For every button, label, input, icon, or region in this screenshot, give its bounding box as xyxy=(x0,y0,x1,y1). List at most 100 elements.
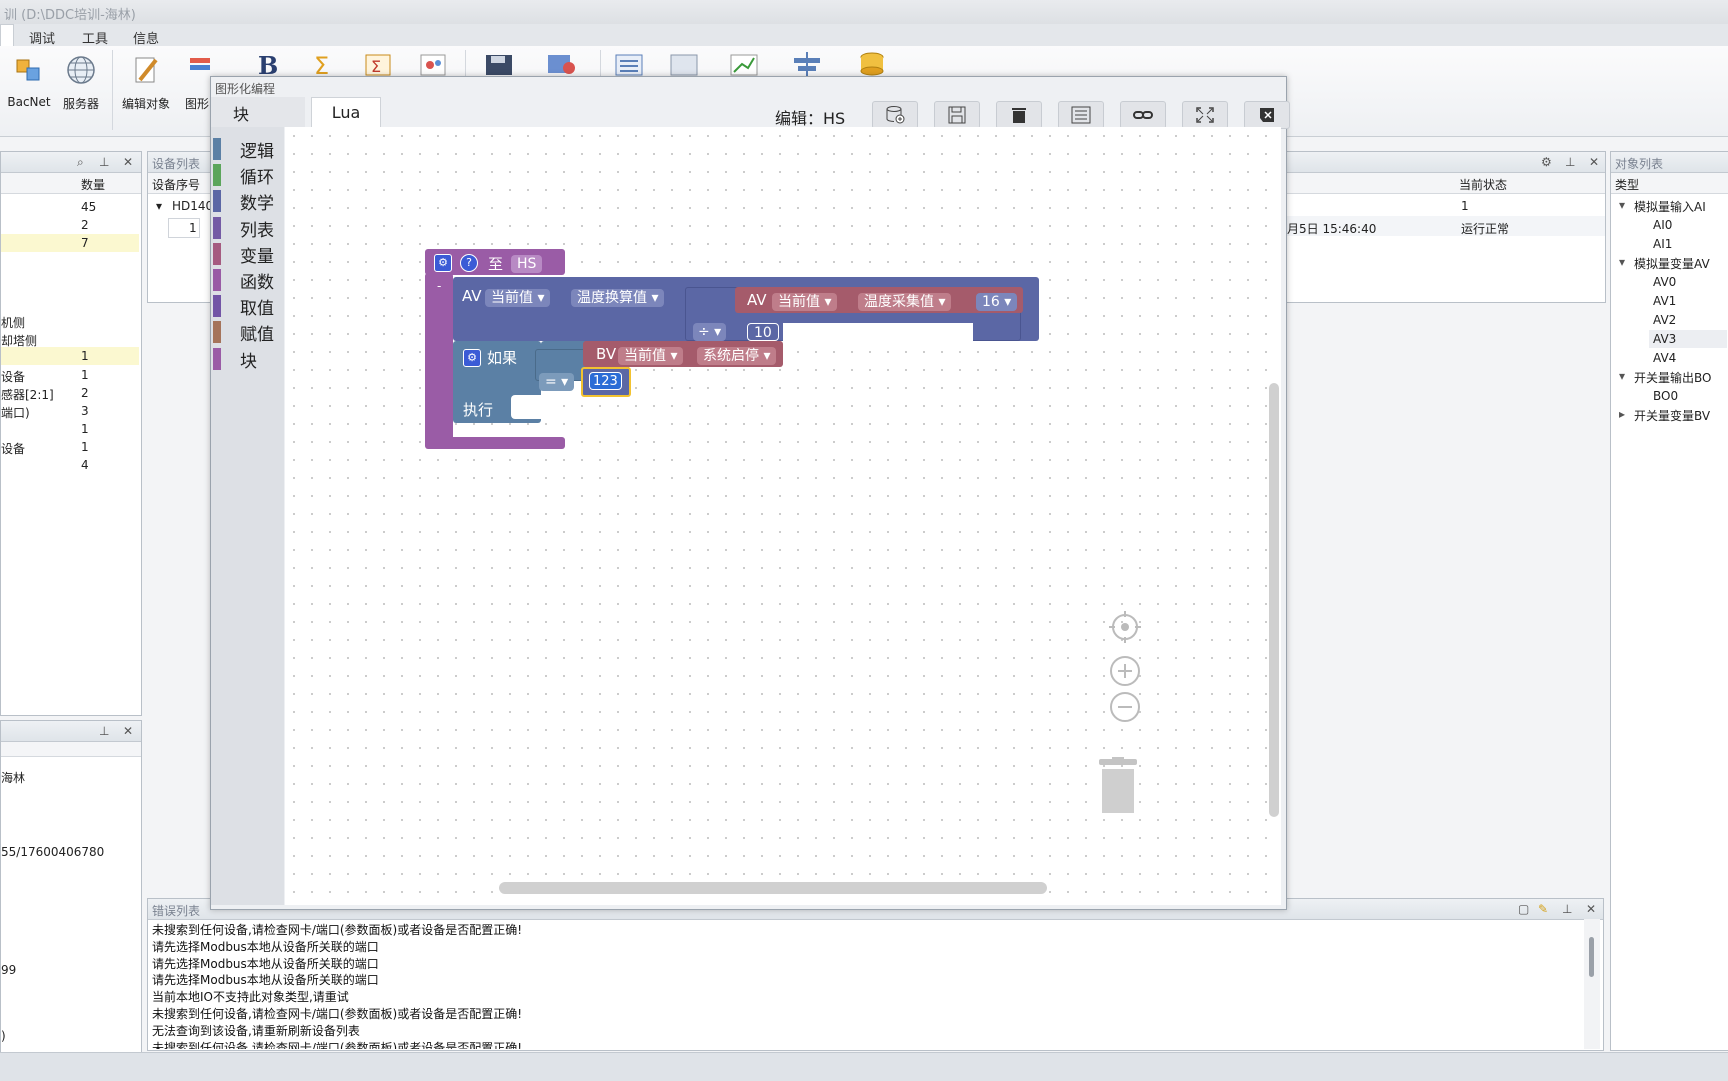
bv-target-dropdown[interactable]: 系统启停 ▾ xyxy=(697,347,777,365)
chevron-down-icon[interactable]: ▾ xyxy=(1619,198,1625,212)
toolbox-category[interactable]: 数学 xyxy=(211,189,284,214)
menu-tools[interactable]: 工具 xyxy=(82,28,108,47)
menu-debug[interactable]: 调试 xyxy=(29,28,55,47)
zoom-in-icon[interactable] xyxy=(1109,655,1141,687)
settings-icon[interactable]: ⚙ xyxy=(1541,155,1552,169)
table-row[interactable]: 1 xyxy=(1,347,139,365)
chart-icon[interactable] xyxy=(730,54,758,76)
pin-icon[interactable]: ⊥ xyxy=(1562,902,1572,916)
av-get-prop-dropdown[interactable]: 当前值 ▾ xyxy=(772,293,838,311)
table-row[interactable]: 端口) 3 xyxy=(1,402,139,420)
zoom-out-icon[interactable] xyxy=(1109,691,1141,723)
tree-item[interactable]: AV0 xyxy=(1649,273,1727,291)
table-row[interactable]: 月5日 15:46:40 运行正常 xyxy=(1271,216,1605,236)
error-line[interactable]: 请先选择Modbus本地从设备所关联的端口 xyxy=(152,955,379,972)
toolbox-category[interactable]: 变量 xyxy=(211,242,284,267)
table-row[interactable]: 2 xyxy=(1,216,139,234)
menu-tab-home[interactable] xyxy=(0,24,14,47)
compare-operator-dropdown[interactable]: = ▾ xyxy=(539,373,575,391)
tree-group[interactable]: 开关量变量BV xyxy=(1634,407,1710,424)
block-workspace[interactable]: ⚙ ? 至 HS - AV 当前值 ▾ 温度换算值 ▾ ÷ ▾ 10 AV 当前… xyxy=(285,127,1281,905)
operator-dropdown[interactable]: ÷ ▾ xyxy=(693,323,727,341)
trash-icon[interactable] xyxy=(1095,757,1141,815)
table-row[interactable]: 设备 1 xyxy=(1,438,139,456)
horizontal-scrollbar[interactable] xyxy=(499,882,1047,894)
sigma-icon[interactable]: Σ xyxy=(365,54,391,76)
chevron-down-icon[interactable]: ▾ xyxy=(156,199,162,213)
table-row[interactable]: 4 xyxy=(1,456,139,474)
tree-item[interactable]: BO0 xyxy=(1649,387,1727,405)
fullscreen-button[interactable] xyxy=(1182,101,1228,129)
bacnet-button[interactable]: BacNet xyxy=(6,52,52,109)
vertical-scrollbar[interactable] xyxy=(1269,383,1279,817)
window-icon[interactable] xyxy=(670,54,698,76)
chevron-down-icon[interactable]: ▾ xyxy=(1619,255,1625,269)
table-row[interactable]: 1 xyxy=(1,420,139,438)
function-name-field[interactable]: HS xyxy=(511,255,543,273)
database-icon[interactable] xyxy=(858,52,886,76)
table-row[interactable]: 却塔侧 xyxy=(1,330,139,348)
chevron-down-icon[interactable]: ▾ xyxy=(1619,369,1625,383)
close-icon[interactable]: ✕ xyxy=(123,155,133,169)
toolbox-category[interactable]: 块 xyxy=(211,347,284,372)
tree-group[interactable]: 开关量输出BO xyxy=(1634,369,1711,386)
align-icon[interactable] xyxy=(790,52,824,76)
tree-item[interactable]: AV3 xyxy=(1649,330,1727,348)
toolbox-category[interactable]: 逻辑 xyxy=(211,137,284,162)
broom-icon[interactable]: ✎ xyxy=(1538,902,1548,916)
gear-icon[interactable]: ⚙ xyxy=(434,254,452,272)
av-set-prop-dropdown[interactable]: 当前值 ▾ xyxy=(485,289,551,307)
toolbox-category[interactable]: 函数 xyxy=(211,268,284,293)
tree-item[interactable]: AI0 xyxy=(1649,216,1727,234)
add-database-button[interactable] xyxy=(872,101,918,129)
floppy-icon[interactable] xyxy=(485,54,513,76)
tree-group[interactable]: 模拟量变量AV xyxy=(1634,255,1710,272)
pin-icon[interactable]: ⊥ xyxy=(1565,155,1575,169)
table-row[interactable]: 45 xyxy=(1,198,139,216)
tree-group[interactable]: 模拟量输入AI xyxy=(1634,198,1706,215)
toolbox-category[interactable]: 循环 xyxy=(211,163,284,188)
tree-item[interactable]: AI1 xyxy=(1649,235,1727,253)
av-set-target-dropdown[interactable]: 温度换算值 ▾ xyxy=(571,289,665,307)
tab-block[interactable]: 块 xyxy=(211,97,305,127)
close-icon[interactable]: ✕ xyxy=(1586,902,1596,916)
delete-button[interactable] xyxy=(996,101,1042,129)
search-icon[interactable]: ⌕ xyxy=(77,155,84,170)
toolbox-category[interactable]: 赋值 xyxy=(211,320,284,345)
tree-item[interactable]: AV1 xyxy=(1649,292,1727,310)
menu-info[interactable]: 信息 xyxy=(133,28,159,47)
device-subitem[interactable]: 1 xyxy=(189,221,197,235)
av-get-number-dropdown[interactable]: 16 ▾ xyxy=(976,293,1018,311)
recenter-icon[interactable] xyxy=(1109,611,1141,643)
error-line[interactable]: 请先选择Modbus本地从设备所关联的端口 xyxy=(152,938,379,955)
close-icon[interactable]: ✕ xyxy=(123,724,133,738)
do-statement-slot[interactable] xyxy=(511,395,551,419)
sum-icon[interactable]: Σ xyxy=(310,52,336,76)
chevron-right-icon[interactable]: ▸ xyxy=(1619,407,1625,421)
divisor-field[interactable]: 10 xyxy=(747,323,779,341)
list-button[interactable] xyxy=(1058,101,1104,129)
scrollbar[interactable] xyxy=(1584,919,1600,1049)
link-button[interactable] xyxy=(1120,101,1166,129)
pin-icon[interactable]: ⊥ xyxy=(99,724,109,738)
number-input[interactable]: 123 xyxy=(589,372,622,390)
av-get-target-dropdown[interactable]: 温度采集值 ▾ xyxy=(858,293,952,311)
dialog-title-bar[interactable]: 图形化编程 xyxy=(211,77,1286,97)
bv-prop-dropdown[interactable]: 当前值 ▾ xyxy=(618,347,684,365)
edit-object-button[interactable]: 编辑对象 xyxy=(118,52,174,112)
gear-icon[interactable]: ⚙ xyxy=(463,349,481,367)
error-line[interactable]: 未搜索到任何设备,请检查网卡/端口(参数面板)或者设备是否配置正确! xyxy=(152,921,522,938)
list-icon[interactable] xyxy=(615,54,643,76)
help-icon[interactable]: ? xyxy=(460,254,478,272)
server-button[interactable]: 服务器 xyxy=(58,52,104,112)
save-button[interactable] xyxy=(934,101,980,129)
close-dialog-button[interactable] xyxy=(1244,101,1290,129)
graph-button[interactable]: 图形 xyxy=(182,52,212,112)
error-line[interactable]: 未搜索到任何设备,请检查网卡/端口(参数面板)或者设备是否配置正确! xyxy=(152,1005,522,1022)
table-row[interactable]: 7 xyxy=(1,234,139,252)
error-line[interactable]: 当前本地IO不支持此对象类型,请重试 xyxy=(152,988,349,1005)
device-item[interactable]: HD140 xyxy=(172,199,213,213)
clear-icon[interactable]: ▢ xyxy=(1518,902,1529,916)
tab-lua[interactable]: Lua xyxy=(311,97,381,128)
tree-item[interactable]: AV4 xyxy=(1649,349,1727,367)
